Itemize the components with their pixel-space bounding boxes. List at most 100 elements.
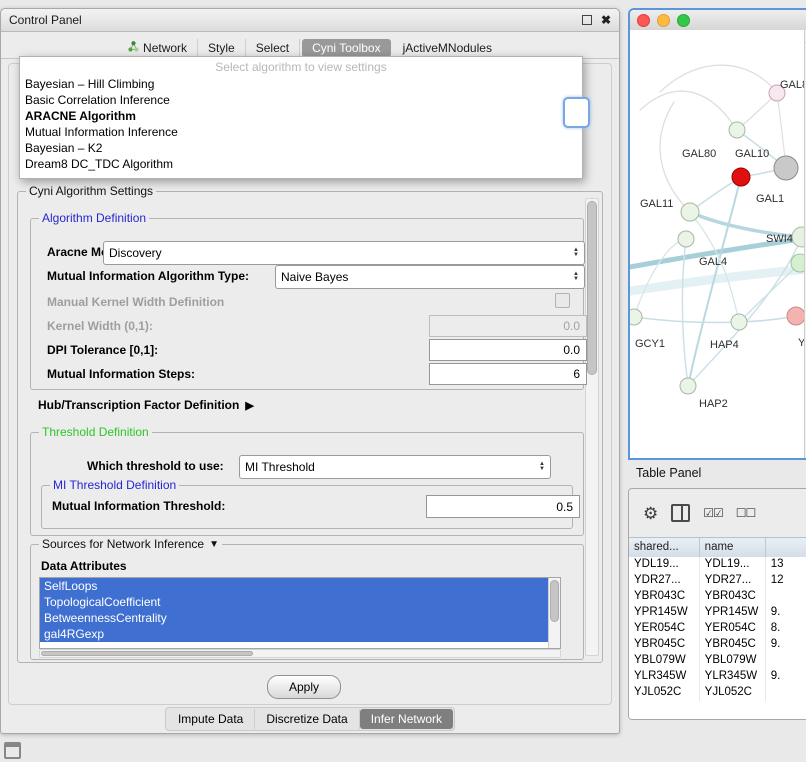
control-panel-window: Control Panel ✖ NetworkStyleSelectCyni T… [0,8,620,734]
table-cell: YER054C [629,621,700,637]
column-header[interactable]: name [700,538,766,558]
tab-select[interactable]: Select [246,39,300,57]
deselect-all-icon[interactable]: ☐☐ [736,506,756,520]
network-edge[interactable] [640,91,737,130]
table-row[interactable]: YDL19...YDL19...13 [629,557,806,573]
network-title-bar[interactable] [630,10,806,31]
table-panel-window: ⚙ ☑☑ ☐☐ shared...name YDL19...YDL19...13… [628,488,806,720]
table-cell: YLR345W [700,669,766,685]
attribute-item[interactable]: TopologicalCoefficient [40,594,549,610]
algorithm-option[interactable]: Bayesian – Hill Climbing [20,76,582,92]
bottom-tab-impute-data[interactable]: Impute Data [167,709,255,729]
column-header[interactable]: shared... [629,538,700,558]
tab-network[interactable]: Network [118,39,198,57]
network-edge[interactable] [634,239,686,317]
float-window-icon[interactable] [582,15,592,25]
table-row[interactable]: YBR043CYBR043C [629,589,806,605]
dpi-tolerance-input[interactable]: 0.0 [429,339,587,361]
algorithm-option[interactable]: ARACNE Algorithm [20,108,582,124]
select-all-icon[interactable]: ☑☑ [703,506,723,520]
network-node[interactable] [681,203,699,221]
node-label: HAP2 [699,398,728,410]
tab-jactivemnodules[interactable]: jActiveMNodules [393,39,502,57]
table-cell: YJL052C [700,685,766,701]
node-label: HAP4 [710,339,739,351]
mi-threshold-input[interactable]: 0.5 [426,495,580,518]
table-cell: YJL052C [629,685,700,701]
attribute-item[interactable]: BetweennessCentrality [40,610,549,626]
tab-cyni-toolbox[interactable]: Cyni Toolbox [302,39,390,57]
bottom-tab-discretize-data[interactable]: Discretize Data [255,709,359,729]
bottom-tab-bar: Impute DataDiscretize DataInfer Network [165,707,455,731]
apply-button[interactable]: Apply [267,675,341,699]
table-row[interactable]: YBR045CYBR045C9. [629,637,806,653]
tab-style[interactable]: Style [198,39,246,57]
close-icon[interactable]: ✖ [601,15,611,25]
table-cell: 9. [766,669,806,685]
table-row[interactable]: YER054CYER054C8. [629,621,806,637]
network-node[interactable] [731,314,747,330]
network-edge[interactable] [630,268,806,292]
attribute-list-scrollbar-thumb[interactable] [550,580,559,622]
table-row[interactable]: YJL052CYJL052C [629,685,806,701]
algorithm-combobox-fragment[interactable] [563,97,590,128]
algorithm-option[interactable]: Basic Correlation Inference [20,92,582,108]
table-row[interactable]: YPR145WYPR145W9. [629,605,806,621]
bottom-tab-infer-network[interactable]: Infer Network [360,709,453,729]
algorithm-option[interactable]: Dream8 DC_TDC Algorithm [20,156,582,172]
network-edge[interactable] [682,239,688,386]
settings-scrollbar[interactable] [585,198,599,656]
close-traffic-light-icon[interactable] [637,14,650,27]
table-cell: YPR145W [700,605,766,621]
table-cell: YBR043C [629,589,700,605]
attribute-list-hscrollbar-thumb[interactable] [41,651,253,656]
aracne-mode-value: Discovery [109,246,162,260]
manual-kernel-label: Manual Kernel Width Definition [47,295,224,309]
table-cell: YPR145W [629,605,700,621]
table-row[interactable]: YBL079WYBL079W [629,653,806,669]
aracne-mode-select[interactable]: Discovery ▲▼ [103,241,585,265]
sources-group-title-row[interactable]: Sources for Network Inference ▼ [39,537,222,551]
table-cell: YLR345W [629,669,700,685]
attribute-item[interactable]: gal4RGexp [40,626,549,642]
network-edge[interactable] [634,317,739,322]
network-node[interactable] [787,307,805,325]
network-node[interactable] [774,156,798,180]
network-node[interactable] [680,378,696,394]
network-node[interactable] [678,231,694,247]
table-row[interactable]: YDR27...YDR27...12 [629,573,806,589]
network-canvas[interactable]: GAL8GAL80GAL10GAL11GAL1SWI4GAL4GCY1HAP4Y… [630,30,806,458]
mi-steps-input[interactable]: 6 [429,363,587,385]
column-header[interactable] [766,538,806,558]
node-label: GAL11 [640,198,673,210]
network-edge[interactable] [660,65,777,93]
collapse-arrow-icon: ▼ [209,539,219,550]
table-cell: YBL079W [700,653,766,669]
network-icon [128,41,139,55]
table-row[interactable]: YLR345WYLR345W9. [629,669,806,685]
algorithm-option[interactable]: Mutual Information Inference [20,124,582,140]
minimize-traffic-light-icon[interactable] [657,14,670,27]
settings-scrollbar-thumb[interactable] [587,201,597,375]
which-threshold-select[interactable]: MI Threshold ▲▼ [239,455,551,479]
combo-arrows-icon: ▲▼ [539,462,545,472]
mi-type-select[interactable]: Naive Bayes ▲▼ [275,265,585,289]
attribute-list-hscrollbar[interactable] [39,649,561,658]
network-node[interactable] [630,309,642,325]
minimized-panel-icon[interactable] [4,742,21,759]
table-cell: 13 [766,557,806,573]
mi-threshold-group: MI Threshold Definition Mutual Informati… [41,485,573,529]
network-node[interactable] [732,168,750,186]
columns-icon[interactable] [671,504,690,522]
attribute-item[interactable]: SelfLoops [40,578,549,594]
hub-definition-toggle[interactable]: Hub/Transcription Factor Definition ▶ [38,398,254,412]
network-node[interactable] [729,122,745,138]
control-panel-title-bar[interactable]: Control Panel ✖ [1,9,619,32]
sources-group: Sources for Network Inference ▼ Data Att… [30,544,584,660]
algorithm-definition-title: Algorithm Definition [39,211,149,225]
dpi-tolerance-label: DPI Tolerance [0,1]: [47,343,158,357]
attribute-list-scrollbar[interactable] [548,578,560,648]
settings-gear-icon[interactable]: ⚙ [643,505,658,522]
algorithm-option[interactable]: Bayesian – K2 [20,140,582,156]
zoom-traffic-light-icon[interactable] [677,14,690,27]
